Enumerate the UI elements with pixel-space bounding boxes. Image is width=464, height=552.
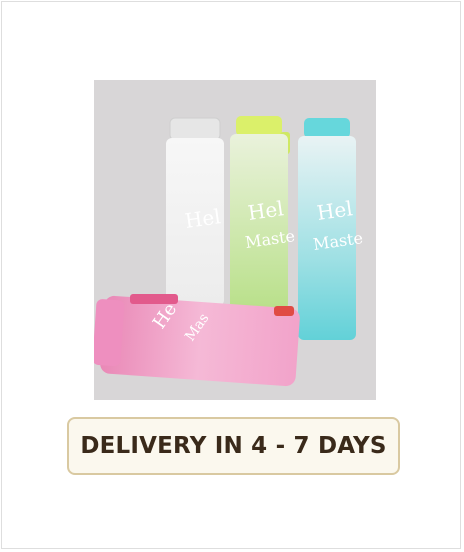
product-image[interactable]: Hel Hel Maste Hel Maste He Mas bbox=[94, 80, 376, 400]
svg-text:Hel: Hel bbox=[246, 196, 285, 225]
blue-bottle: Hel Maste bbox=[298, 118, 364, 340]
delivery-badge-text: DELIVERY IN 4 - 7 DAYS bbox=[80, 433, 387, 459]
bottles-illustration: Hel Hel Maste Hel Maste He Mas bbox=[94, 116, 364, 387]
green-bottle: Hel Maste bbox=[230, 116, 296, 310]
product-card[interactable]: Hel Hel Maste Hel Maste He Mas DELIVERY … bbox=[1, 1, 461, 549]
svg-text:Hel: Hel bbox=[183, 204, 222, 233]
pink-bottle: He Mas bbox=[94, 294, 300, 387]
white-bottle: Hel bbox=[166, 117, 224, 306]
delivery-badge: DELIVERY IN 4 - 7 DAYS bbox=[67, 417, 400, 475]
svg-text:Hel: Hel bbox=[315, 196, 354, 225]
